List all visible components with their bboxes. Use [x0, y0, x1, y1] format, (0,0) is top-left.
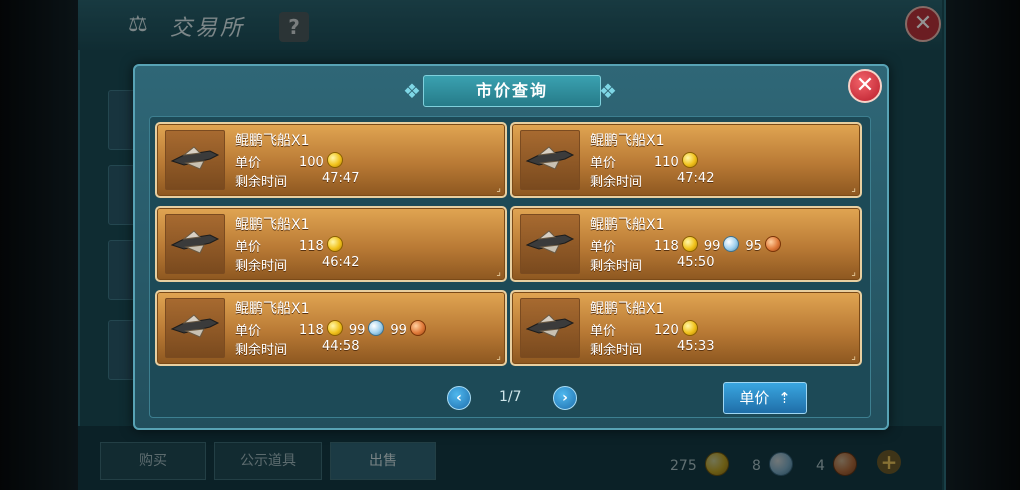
- time-remaining-value: 45:50: [677, 255, 715, 270]
- unit-price-value: 118 99 95: [654, 236, 781, 254]
- item-thumbnail: [520, 298, 580, 358]
- gold-coin-icon: [681, 152, 698, 168]
- unit-price-value: 110: [654, 152, 698, 170]
- unit-price-label: 单价: [235, 324, 262, 339]
- gold-coin-icon: [681, 236, 698, 252]
- corner-ornament-icon: ⌟: [496, 267, 501, 278]
- ornament-left-icon: ❖: [403, 79, 421, 103]
- item-thumbnail: [520, 130, 580, 190]
- chevron-right-icon: ›: [562, 390, 568, 406]
- gold-price: 100: [299, 155, 324, 170]
- copper-price: 99: [390, 323, 407, 338]
- item-thumbnail: [165, 214, 225, 274]
- listing-card[interactable]: 鲲鹏飞船X1 单价 118 剩余时间 46:42 ⌟: [155, 206, 507, 282]
- gold-coin-icon: [326, 152, 343, 168]
- unit-price-label: 单价: [235, 240, 262, 255]
- unit-price-value: 118: [299, 236, 343, 254]
- sort-label: 单价: [739, 389, 770, 407]
- corner-ornament-icon: ⌟: [496, 351, 501, 362]
- silver-coin-icon: [368, 320, 385, 336]
- unit-price-value: 118 99 99: [299, 320, 426, 338]
- gold-coin-icon: [326, 236, 343, 252]
- copper-coin-icon: [409, 320, 426, 336]
- close-icon: ✕: [855, 73, 875, 98]
- item-name: 鲲鹏飞船X1: [590, 217, 665, 233]
- unit-price-value: 120: [654, 320, 698, 338]
- time-remaining-label: 剩余时间: [590, 259, 643, 274]
- corner-ornament-icon: ⌟: [496, 183, 501, 194]
- item-name: 鲲鹏飞船X1: [235, 301, 310, 317]
- sort-arrow-icon: ⇡: [778, 389, 791, 407]
- gold-price: 118: [299, 239, 324, 254]
- time-remaining-value: 44:58: [322, 339, 360, 354]
- listing-card[interactable]: 鲲鹏飞船X1 单价 100 剩余时间 47:47 ⌟: [155, 122, 507, 198]
- airship-icon: [170, 146, 220, 170]
- time-remaining-label: 剩余时间: [235, 343, 288, 358]
- time-remaining-label: 剩余时间: [235, 259, 288, 274]
- airship-icon: [170, 314, 220, 338]
- gold-price: 118: [299, 323, 324, 338]
- airship-icon: [525, 314, 575, 338]
- silver-price: 99: [348, 323, 366, 338]
- unit-price-value: 100: [299, 152, 343, 170]
- gold-price: 110: [654, 155, 679, 170]
- copper-price: 95: [745, 239, 762, 254]
- item-thumbnail: [165, 298, 225, 358]
- corner-ornament-icon: ⌟: [851, 267, 856, 278]
- item-thumbnail: [520, 214, 580, 274]
- time-remaining-value: 45:33: [677, 339, 715, 354]
- silver-price: 99: [703, 239, 721, 254]
- listing-card[interactable]: 鲲鹏飞船X1 单价 110 剩余时间 47:42 ⌟: [510, 122, 862, 198]
- time-remaining-label: 剩余时间: [590, 175, 643, 190]
- previous-page-button[interactable]: ‹: [447, 386, 471, 410]
- time-remaining-label: 剩余时间: [590, 343, 643, 358]
- dialog-title: 市价查询: [423, 75, 601, 107]
- time-remaining-label: 剩余时间: [235, 175, 288, 190]
- airship-icon: [525, 146, 575, 170]
- unit-price-label: 单价: [590, 156, 617, 171]
- item-name: 鲲鹏飞船X1: [590, 301, 665, 317]
- listing-card[interactable]: 鲲鹏飞船X1 单价 118 99 99 剩余时间 44:58 ⌟: [155, 290, 507, 366]
- market-price-dialog: ❖ 市价查询 ❖ ✕ 鲲鹏飞船X1 单价 100 剩余时间 47:47 ⌟ 鲲鹏飞船X1 单价…: [133, 64, 889, 430]
- unit-price-label: 单价: [590, 240, 617, 255]
- ornament-right-icon: ❖: [599, 79, 617, 103]
- time-remaining-value: 47:47: [322, 171, 360, 186]
- copper-coin-icon: [764, 236, 781, 252]
- item-name: 鲲鹏飞船X1: [590, 133, 665, 149]
- gold-price: 120: [654, 323, 679, 338]
- next-page-button[interactable]: ›: [553, 386, 577, 410]
- chevron-left-icon: ‹: [456, 390, 462, 406]
- silver-coin-icon: [723, 236, 740, 252]
- item-name: 鲲鹏飞船X1: [235, 133, 310, 149]
- page-indicator: 1/7: [499, 389, 522, 405]
- sort-by-price-button[interactable]: 单价 ⇡: [723, 382, 807, 414]
- unit-price-label: 单价: [590, 324, 617, 339]
- airship-icon: [525, 230, 575, 254]
- corner-ornament-icon: ⌟: [851, 183, 856, 194]
- time-remaining-value: 47:42: [677, 171, 715, 186]
- listing-card[interactable]: 鲲鹏飞船X1 单价 120 剩余时间 45:33 ⌟: [510, 290, 862, 366]
- game-screen: ⚖ 交易所 ? ✕ 购买 公示道具 出售 275 8 4 + ❖ 市价查询 ❖ …: [0, 0, 1020, 490]
- item-name: 鲲鹏飞船X1: [235, 217, 310, 233]
- listing-card[interactable]: 鲲鹏飞船X1 单价 118 99 95 剩余时间 45:50 ⌟: [510, 206, 862, 282]
- time-remaining-value: 46:42: [322, 255, 360, 270]
- unit-price-label: 单价: [235, 156, 262, 171]
- gold-coin-icon: [326, 320, 343, 336]
- corner-ornament-icon: ⌟: [851, 351, 856, 362]
- item-thumbnail: [165, 130, 225, 190]
- gold-coin-icon: [681, 320, 698, 336]
- gold-price: 118: [654, 239, 679, 254]
- airship-icon: [170, 230, 220, 254]
- dialog-close-button[interactable]: ✕: [848, 69, 882, 103]
